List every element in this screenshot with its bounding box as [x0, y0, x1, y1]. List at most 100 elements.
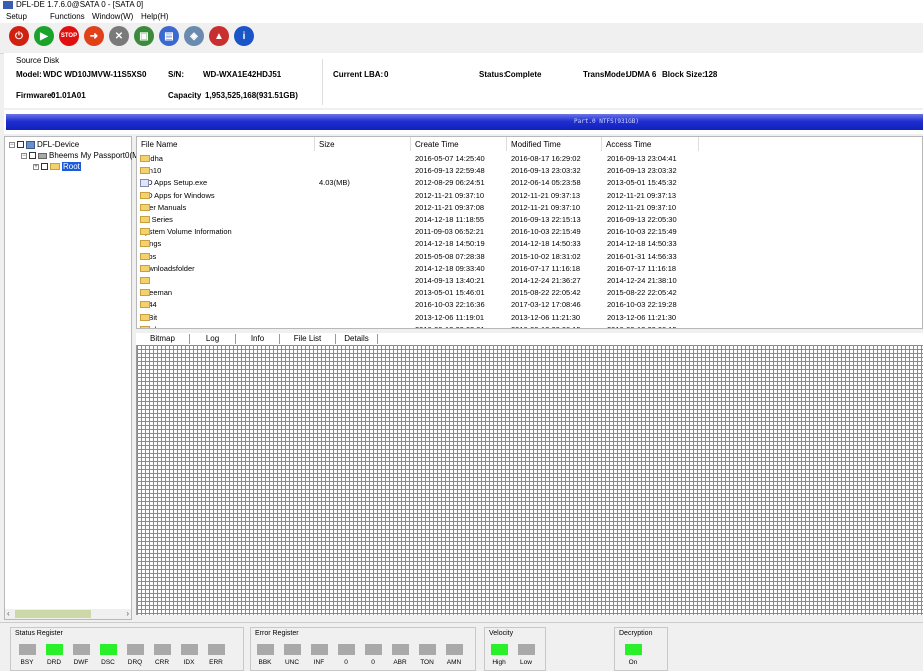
table-row[interactable]: 64Bit 2013-12-06 11:19:01 2013-12-06 11:21…: [137, 312, 922, 324]
velocity-bit-label: High: [492, 659, 506, 666]
table-row[interactable]: bio 2014-09-13 13:40:21 2014-12-24 21:36:2…: [137, 275, 922, 287]
folder-icon: [140, 252, 150, 260]
status-register-group: Status Register BSY DRD DWF DSC DRQ CRR IDX ERR: [10, 627, 244, 671]
blocksize-label: Block Size:: [662, 70, 705, 79]
table-row[interactable]: WD Apps for Windows 2012-11-21 09:37:10 20…: [137, 190, 922, 202]
table-row[interactable]: bh44 2016-10-03 22:16:36 2017-03-12 17:08:…: [137, 299, 922, 311]
cell-create: 2012-11-21 09:37:08: [415, 202, 485, 212]
error-register-bit-label: TON: [420, 659, 434, 666]
save-icon[interactable]: ▤: [159, 26, 179, 46]
expand-icon[interactable]: +: [33, 163, 39, 170]
col-header-size[interactable]: Size: [315, 137, 411, 151]
checkbox[interactable]: [17, 141, 24, 148]
file-name: System Volume Information: [140, 227, 232, 237]
forward-icon[interactable]: ➜: [84, 26, 104, 46]
table-row[interactable]: System Volume Information 2011-09-03 06:5…: [137, 226, 922, 238]
menu-help[interactable]: Help(H): [141, 12, 169, 21]
error-register-bit-label: BBK: [258, 659, 272, 666]
table-row[interactable]: Bheeman 2013-05-01 15:46:01 2015-08-22 22:…: [137, 287, 922, 299]
lock-icon[interactable]: ▲: [209, 26, 229, 46]
cell-access: 2016-09-13 23:04:41: [607, 154, 677, 163]
table-row[interactable]: downloadsfolder 2014-12-18 09:33:40 2016-0…: [137, 263, 922, 275]
file-name-cell: Win10: [140, 166, 161, 175]
status-register-led: [100, 644, 117, 655]
folder-icon: [140, 191, 150, 199]
cell-access: 2016-10-03 22:15:49: [607, 227, 677, 237]
table-row[interactable]: User Manuals 2012-11-21 09:37:08 2012-11-2…: [137, 202, 922, 214]
toolbar: ⏻ ▶ STOP ➜ ✕ ▣ ▤ ◈ ▲ i: [0, 23, 923, 54]
stop-icon[interactable]: STOP: [59, 26, 79, 46]
status-register-led: [73, 644, 90, 655]
col-header-create[interactable]: Create Time: [411, 137, 507, 151]
tab-log[interactable]: Log: [190, 334, 236, 344]
file-name-cell: dubs: [140, 252, 156, 261]
status-register-bit-label: BSY: [20, 659, 34, 666]
menu-setup[interactable]: Setup: [6, 12, 27, 21]
scroll-right-icon[interactable]: ›: [126, 609, 129, 618]
status-value: Complete: [505, 70, 542, 79]
scroll-thumb[interactable]: [15, 610, 91, 618]
tab-info[interactable]: Info: [236, 334, 280, 344]
cell-create: 2016-09-13 22:59:48: [415, 166, 485, 176]
tab-bitmap[interactable]: Bitmap: [136, 334, 190, 344]
scroll-left-icon[interactable]: ‹: [7, 609, 10, 618]
menu-window[interactable]: Window(W): [92, 12, 133, 21]
table-row[interactable]: zrodha 2016-05-07 14:25:40 2016-08-17 16:2…: [137, 153, 922, 165]
velocity-title: Velocity: [489, 630, 514, 637]
firmware-value: 01.01A01: [51, 91, 86, 100]
register-panel: Status Register BSY DRD DWF DSC DRQ CRR IDX ERR…: [0, 622, 923, 671]
horizontal-scrollbar[interactable]: ‹ ›: [5, 609, 131, 619]
cell-create: 2014-12-18 11:18:55: [415, 215, 485, 224]
image-copy-icon[interactable]: ◈: [184, 26, 204, 46]
tab-file-list[interactable]: File List: [280, 334, 336, 344]
col-header-access[interactable]: Access Time: [602, 137, 699, 151]
velocity-group: Velocity High Low: [484, 627, 546, 671]
source-disk-title: Source Disk: [16, 56, 60, 65]
cell-access: 2016-09-13 23:03:32: [607, 166, 677, 176]
disk-check-icon[interactable]: ▣: [134, 26, 154, 46]
table-row[interactable]: dubs 2015-05-08 07:28:38 2015-10-02 18:31:…: [137, 251, 922, 263]
cell-access: 2016-07-17 11:16:18: [607, 263, 677, 273]
checkbox[interactable]: [29, 152, 36, 159]
sector-bitmap-grid[interactable]: [136, 345, 923, 615]
file-name-cell: zrodha: [140, 154, 163, 163]
folder-icon: [140, 289, 150, 297]
capacity-label: Capacity: [168, 91, 202, 100]
cell-modified: 2016-09-13 23:03:32: [511, 166, 581, 176]
error-register-led: [338, 644, 355, 655]
col-header-name[interactable]: File Name: [137, 137, 315, 151]
file-name-cell: TV Series: [140, 215, 173, 224]
play-icon[interactable]: ▶: [34, 26, 54, 46]
menu-functions[interactable]: Functions: [50, 12, 85, 21]
table-row[interactable]: TV Series 2014-12-18 11:18:55 2016-09-13 2…: [137, 214, 922, 226]
col-header-modified[interactable]: Modified Time: [507, 137, 602, 151]
table-row[interactable]: Songs 2014-12-18 14:50:19 2014-12-18 14:50…: [137, 238, 922, 250]
collapse-icon[interactable]: −: [21, 152, 27, 159]
tree-node-disk[interactable]: − Bheems My Passport0(M: [21, 151, 139, 160]
collapse-icon[interactable]: −: [9, 141, 15, 148]
tree-disk-label: Bheems My Passport0(M: [49, 151, 139, 160]
tab-details[interactable]: Details: [336, 334, 378, 344]
cell-access: 2013-12-06 11:21:30: [607, 312, 677, 322]
status-register-bit-label: IDX: [183, 659, 195, 666]
checkbox[interactable]: [41, 163, 48, 170]
cell-modified: 2012-11-21 09:37:13: [511, 190, 581, 200]
table-row[interactable]: Trashes 2016-09-13 22:02:01 2016-09-13 22:…: [137, 324, 922, 328]
error-register-bit-label: AMN: [446, 659, 462, 666]
partition-bar[interactable]: [6, 114, 923, 130]
cell-access: 2012-11-21 09:37:13: [607, 190, 677, 200]
tree-node-root[interactable]: + Root: [33, 162, 81, 171]
folder-icon: [50, 163, 60, 170]
info-icon[interactable]: i: [234, 26, 254, 46]
tree-node-device[interactable]: − DFL-Device: [9, 140, 79, 149]
error-register-bit-label: INF: [313, 659, 325, 666]
status-register-led: [127, 644, 144, 655]
tools-icon[interactable]: ✕: [109, 26, 129, 46]
cell-create: 2016-05-07 14:25:40: [415, 154, 485, 163]
cell-create: 2013-12-06 11:19:01: [415, 312, 485, 322]
power-icon[interactable]: ⏻: [9, 26, 29, 46]
folder-icon: [140, 203, 150, 211]
window-title: DFL-DE 1.7.6.0@SATA 0 - [SATA 0]: [16, 0, 144, 9]
table-row[interactable]: WD Apps Setup.exe 4.03(MB) 2012-08-29 06:2…: [137, 177, 922, 189]
table-row[interactable]: Win10 2016-09-13 22:59:48 2016-09-13 23:03…: [137, 165, 922, 177]
